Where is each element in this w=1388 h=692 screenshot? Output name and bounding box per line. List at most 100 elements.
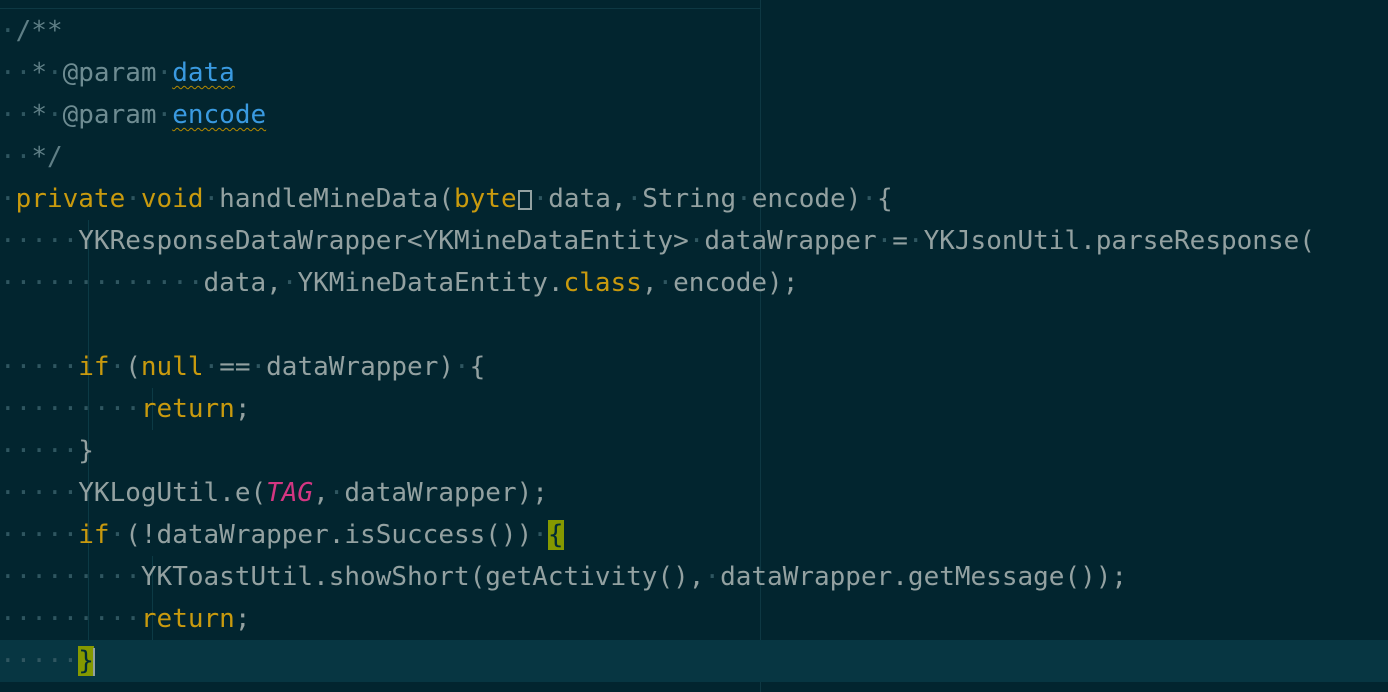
keyword-token: return	[140, 604, 235, 634]
whitespace-marker: ·········	[0, 562, 141, 592]
matched-bracket: {	[547, 520, 564, 550]
code-line[interactable]: ·············data,·YKMineDataEntity.clas…	[0, 262, 1315, 304]
code-line[interactable]: ·········YKToastUtil.showShort(getActivi…	[0, 556, 1315, 598]
text-caret	[92, 647, 95, 676]
whitespace-marker: ·	[0, 16, 16, 46]
whitespace-marker: ·	[328, 478, 345, 508]
comment-token: *	[31, 58, 47, 88]
whitespace-marker: ·····	[0, 226, 79, 256]
javadoc-param-name: data	[172, 58, 235, 88]
comment-token: *	[31, 100, 47, 130]
code-token: dataWrapper);	[344, 478, 548, 508]
code-token: ;	[234, 394, 251, 424]
code-token: String	[642, 184, 737, 214]
code-line[interactable]: ·····if·(!dataWrapper.isSuccess())·{	[0, 514, 1315, 556]
code-line[interactable]: ·········return;	[0, 598, 1315, 640]
whitespace-marker: ·····	[0, 478, 79, 508]
code-token: YKToastUtil.showShort(getActivity(),	[140, 562, 705, 592]
whitespace-marker: ·	[454, 352, 470, 382]
whitespace-marker: ·	[203, 184, 220, 214]
code-token: ;	[234, 604, 251, 634]
whitespace-marker: ·	[861, 184, 878, 214]
code-line[interactable]: ·/**	[0, 10, 1315, 52]
whitespace-marker: ·	[109, 352, 126, 382]
whitespace-marker: ··	[0, 142, 32, 172]
whitespace-marker: ·	[907, 226, 924, 256]
matched-bracket: }	[78, 646, 94, 676]
code-line[interactable]: ·····}	[0, 430, 1315, 472]
code-line[interactable]: ··*·@param·encode	[0, 94, 1315, 136]
comment-token: /**	[15, 16, 63, 46]
code-token: (	[125, 352, 141, 382]
keyword-token: class	[563, 268, 642, 298]
code-token: encode);	[673, 268, 799, 298]
keyword-token: byte	[453, 184, 517, 214]
whitespace-marker: ·············	[0, 268, 204, 298]
comment-token: */	[31, 142, 63, 172]
code-token: }	[78, 436, 94, 466]
code-line[interactable]: ··*/	[0, 136, 1315, 178]
whitespace-marker: ·	[203, 352, 220, 382]
javadoc-param-name: encode	[172, 100, 267, 130]
whitespace-marker: ·	[0, 184, 16, 214]
javadoc-tag-token: @param	[62, 100, 157, 130]
whitespace-marker: ·	[46, 100, 63, 130]
code-token: handleMineData(	[219, 184, 454, 214]
whitespace-marker: ·····	[0, 436, 79, 466]
code-token: YKResponseDataWrapper<YKMineDataEntity>	[78, 226, 689, 256]
code-token: YKMineDataEntity.	[297, 268, 564, 298]
whitespace-marker: ·	[736, 184, 752, 214]
keyword-token: if	[78, 352, 110, 382]
whitespace-marker: ·········	[0, 394, 141, 424]
whitespace-marker: ·········	[0, 604, 141, 634]
whitespace-marker: ·	[46, 58, 63, 88]
whitespace-marker: ·	[109, 520, 126, 550]
whitespace-marker: ·····	[0, 646, 79, 676]
code-line[interactable]: ·····}	[0, 640, 1315, 682]
code-line[interactable]: ·private·void·handleMineData(byte[]·data…	[0, 178, 1315, 220]
keyword-token: null	[140, 352, 204, 382]
code-line[interactable]: ·········return;	[0, 388, 1315, 430]
whitespace-marker: ·	[281, 268, 298, 298]
code-editor[interactable]: ·/** ··*·@param·data ··*·@param·encode ··*/…	[0, 0, 1388, 692]
code-lines[interactable]: ·/** ··*·@param·data ··*·@param·encode ··*/…	[0, 10, 1315, 682]
code-token: ,	[641, 268, 658, 298]
code-token: dataWrapper.getMessage());	[720, 562, 1128, 592]
whitespace-marker: ·	[250, 352, 267, 382]
keyword-token: if	[78, 520, 110, 550]
keyword-token: return	[140, 394, 235, 424]
whitespace-marker: ·	[876, 226, 893, 256]
whitespace-marker: ·	[156, 58, 173, 88]
code-line[interactable]: ·····YKResponseDataWrapper<YKMineDataEnt…	[0, 220, 1315, 262]
code-token: encode)	[751, 184, 862, 214]
code-token: YKLogUtil.e(	[78, 478, 267, 508]
whitespace-marker: ·	[704, 562, 721, 592]
code-token: dataWrapper	[704, 226, 877, 256]
array-brackets-glyph	[517, 189, 532, 210]
code-token: {	[877, 184, 893, 214]
constant-token: TAG	[266, 478, 314, 508]
code-token: YKJsonUtil.parseResponse(	[923, 226, 1315, 256]
whitespace-marker: ·	[532, 520, 548, 550]
code-token: (!dataWrapper.isSuccess())	[125, 520, 533, 550]
code-token: data,	[548, 184, 627, 214]
keyword-token: void	[140, 184, 204, 214]
code-line[interactable]: ··*·@param·data	[0, 52, 1315, 94]
code-token: =	[892, 226, 908, 256]
code-line[interactable]: ·····YKLogUtil.e(TAG,·dataWrapper);	[0, 472, 1315, 514]
whitespace-marker: ··	[0, 100, 32, 130]
whitespace-marker: ·	[125, 184, 141, 214]
code-line[interactable]	[0, 304, 1315, 346]
whitespace-marker: ··	[0, 58, 32, 88]
code-token: {	[469, 352, 486, 382]
whitespace-marker: ·	[626, 184, 643, 214]
keyword-token: private	[15, 184, 126, 214]
whitespace-marker: ·····	[0, 352, 79, 382]
whitespace-marker: ·	[532, 184, 549, 214]
top-rule	[0, 8, 760, 9]
code-line[interactable]: ·····if·(null·==·dataWrapper)·{	[0, 346, 1315, 388]
code-token: dataWrapper)	[266, 352, 454, 382]
whitespace-marker: ·	[657, 268, 674, 298]
whitespace-marker: ·	[156, 100, 173, 130]
javadoc-tag-token: @param	[62, 58, 157, 88]
